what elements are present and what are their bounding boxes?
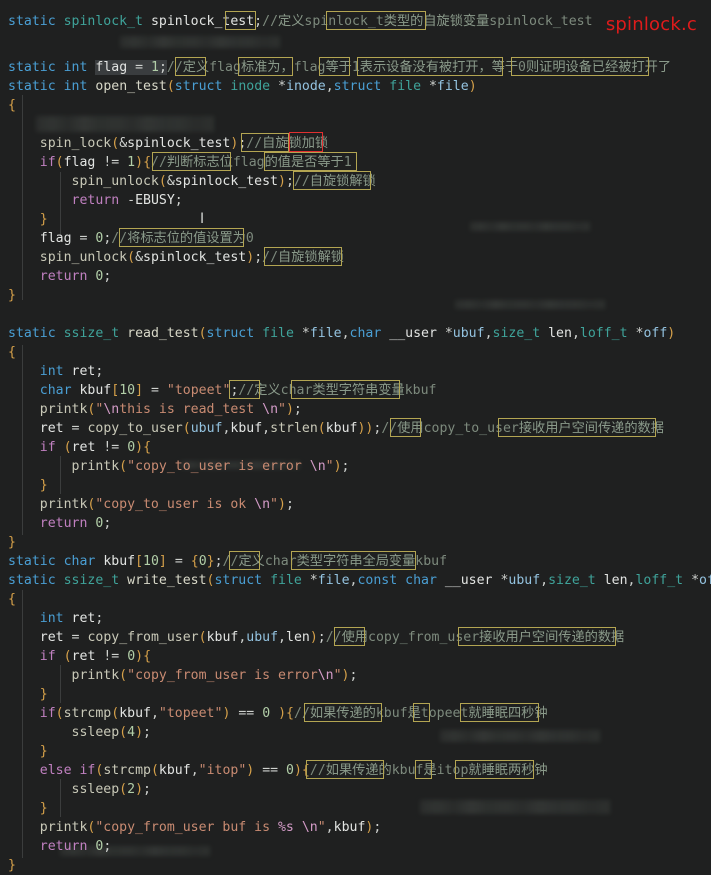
code-editor[interactable]: static spinlock_t spinlock_test;//定义spin… — [0, 0, 711, 873]
code-line[interactable]: spin_lock(&spinlock_test);//自旋锁加锁 — [8, 134, 711, 153]
code-line[interactable]: int ret; — [8, 362, 711, 381]
code-line[interactable]: static ssize_t write_test(struct file *f… — [8, 571, 711, 590]
code-line[interactable]: int ret; — [8, 609, 711, 628]
code-line[interactable]: if (ret != 0){ — [8, 438, 711, 457]
code-line[interactable]: flag = 0;//将标志位的值设置为0 — [8, 229, 711, 248]
code-line[interactable]: char kbuf[10] = "topeet";//定义char类型字符串变量… — [8, 381, 711, 400]
code-line[interactable]: spin_unlock(&spinlock_test);//自旋锁解锁 — [8, 172, 711, 191]
code-line[interactable]: ret = copy_to_user(ubuf,kbuf,strlen(kbuf… — [8, 419, 711, 438]
code-line[interactable]: if(flag != 1){//判断标志位flag的值是否等于1 — [8, 153, 711, 172]
code-line[interactable]: } — [8, 799, 711, 818]
code-line[interactable]: static int open_test(struct inode *inode… — [8, 77, 711, 96]
code-line[interactable]: { — [8, 96, 711, 115]
code-line[interactable]: if (ret != 0){ — [8, 647, 711, 666]
redacted-region — [36, 116, 214, 132]
code-line[interactable]: if(strcmp(kbuf,"topeet") == 0 ){//如果传递的k… — [8, 704, 711, 723]
text-cursor: I — [200, 211, 205, 227]
code-line[interactable]: spin_unlock(&spinlock_test);//自旋锁解锁 — [8, 248, 711, 267]
code-line[interactable]: } — [8, 476, 711, 495]
code-line[interactable]: static char kbuf[10] = {0};//定义char类型字符串… — [8, 552, 711, 571]
code-line[interactable]: ssleep(4); — [8, 723, 711, 742]
code-line[interactable]: printk("copy_to_user is error \n"); — [8, 457, 711, 476]
code-line[interactable]: } — [8, 533, 711, 552]
code-line[interactable]: return 0; — [8, 267, 711, 286]
code-line[interactable]: static ssize_t read_test(struct file *fi… — [8, 324, 711, 343]
code-line[interactable]: return 0; — [8, 837, 711, 856]
code-line[interactable]: ret = copy_from_user(kbuf,ubuf,len);//使用… — [8, 628, 711, 647]
code-line[interactable]: else if(strcmp(kbuf,"itop") == 0){//如果传递… — [8, 761, 711, 780]
code-line[interactable]: static int flag = 1;//定义flag标准为，flag等于1表… — [8, 58, 711, 77]
code-line[interactable]: printk("copy_from_user is error\n"); — [8, 666, 711, 685]
code-line[interactable]: } — [8, 286, 711, 305]
code-line[interactable]: ssleep(2); — [8, 780, 711, 799]
code-line[interactable]: } — [8, 210, 711, 229]
code-line[interactable]: { — [8, 343, 711, 362]
code-line[interactable]: printk("copy_from_user buf is %s \n",kbu… — [8, 818, 711, 837]
code-line[interactable]: } — [8, 856, 711, 875]
code-line[interactable]: return -EBUSY; — [8, 191, 711, 210]
code-line[interactable]: printk("\nthis is read_test \n"); — [8, 400, 711, 419]
code-line[interactable]: } — [8, 685, 711, 704]
redacted-region — [120, 36, 280, 48]
code-line[interactable]: return 0; — [8, 514, 711, 533]
code-line[interactable]: printk("copy_to_user is ok \n"); — [8, 495, 711, 514]
filename-watermark: spinlock.c — [605, 14, 697, 35]
code-line[interactable]: { — [8, 590, 711, 609]
code-line[interactable]: } — [8, 742, 711, 761]
